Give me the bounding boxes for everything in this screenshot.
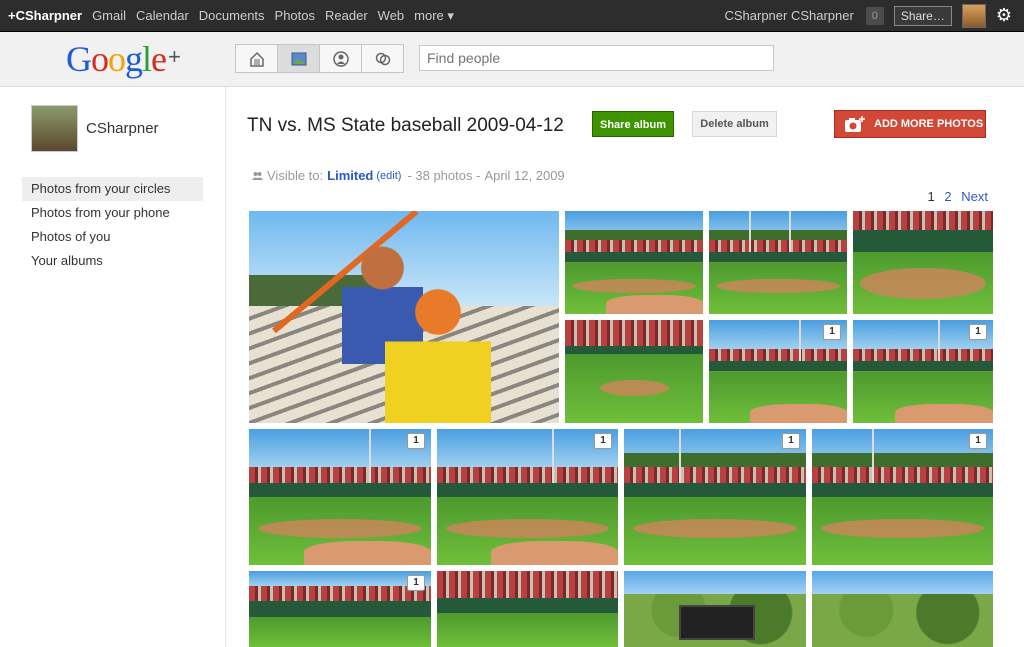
- top-bar: +CSharpner Gmail Calendar Documents Phot…: [0, 0, 1024, 32]
- add-more-photos-label: ADD MORE PHOTOS: [874, 118, 984, 130]
- sidebar-item-circles-photos[interactable]: Photos from your circles: [22, 177, 203, 201]
- next-page-link[interactable]: Next: [961, 189, 988, 204]
- profile-icon[interactable]: [319, 44, 362, 73]
- photo-thumbnail[interactable]: 1: [249, 571, 431, 647]
- stream-nav: [235, 44, 404, 73]
- photo-thumbnail[interactable]: 1: [624, 429, 806, 565]
- photo-thumbnail[interactable]: 1: [437, 429, 618, 565]
- photo-thumbnail[interactable]: 1: [249, 429, 431, 565]
- top-right: CSharpner CSharpner 0 Share… ⚙: [724, 0, 1024, 31]
- photos-icon[interactable]: [277, 44, 320, 73]
- account-name[interactable]: CSharpner CSharpner: [724, 8, 853, 23]
- share-album-button[interactable]: Share album: [592, 111, 674, 137]
- find-people-input[interactable]: [419, 45, 774, 71]
- photo-thumbnail[interactable]: 1: [709, 320, 847, 423]
- photo-thumbnail[interactable]: [709, 211, 847, 314]
- page-2-link[interactable]: 2: [944, 189, 951, 204]
- avatar[interactable]: [31, 105, 78, 152]
- visible-to-label: Visible to:: [267, 168, 324, 183]
- photo-thumbnail[interactable]: [437, 571, 618, 647]
- photo-thumbnail[interactable]: [853, 211, 993, 314]
- account-avatar[interactable]: [961, 3, 986, 28]
- comment-count-badge: 1: [969, 324, 987, 340]
- sidebar-item-photos-of-you[interactable]: Photos of you: [22, 225, 203, 249]
- sidebar: CSharpner Photos from your circles Photo…: [0, 87, 226, 647]
- camera-plus-icon: [845, 116, 865, 132]
- topnav-more[interactable]: more ▾: [414, 8, 454, 24]
- delete-album-button[interactable]: Delete album: [692, 111, 777, 137]
- people-icon: [252, 171, 263, 180]
- header: Google+: [0, 32, 1024, 87]
- home-icon[interactable]: [235, 44, 278, 73]
- sidebar-item-your-albums[interactable]: Your albums: [22, 249, 203, 273]
- photo-thumbnail[interactable]: [249, 211, 559, 423]
- photo-thumbnail[interactable]: [565, 320, 703, 423]
- pagination: 1 2 Next: [928, 189, 994, 204]
- top-nav: +CSharpner Gmail Calendar Documents Phot…: [0, 0, 454, 31]
- profile-name[interactable]: CSharpner: [86, 120, 159, 137]
- photo-count: - 38 photos -: [407, 168, 481, 183]
- gear-icon[interactable]: ⚙: [996, 5, 1012, 26]
- topnav-photos[interactable]: Photos: [275, 8, 315, 23]
- comment-count-badge: 1: [594, 433, 612, 449]
- topnav-calendar[interactable]: Calendar: [136, 8, 189, 23]
- album-meta: Visible to: Limited (edit) - 38 photos -…: [252, 168, 565, 183]
- topnav-documents[interactable]: Documents: [199, 8, 265, 23]
- photo-thumbnail[interactable]: 1: [853, 320, 993, 423]
- topnav-web[interactable]: Web: [378, 8, 405, 23]
- comment-count-badge: 1: [407, 575, 425, 591]
- album-date: April 12, 2009: [484, 168, 565, 183]
- circles-icon[interactable]: [361, 44, 404, 73]
- visibility-link[interactable]: Limited: [327, 168, 373, 183]
- share-button[interactable]: Share…: [893, 5, 952, 26]
- photo-thumbnail[interactable]: 1: [812, 429, 993, 565]
- sidebar-item-phone-photos[interactable]: Photos from your phone: [22, 201, 203, 225]
- photo-thumbnail[interactable]: [812, 571, 993, 647]
- comment-count-badge: 1: [407, 433, 425, 449]
- album-title: TN vs. MS State baseball 2009-04-12: [247, 115, 564, 136]
- photo-thumbnail[interactable]: [565, 211, 703, 314]
- add-more-photos-button[interactable]: ADD MORE PHOTOS: [834, 110, 986, 138]
- google-plus-logo[interactable]: Google+: [66, 38, 181, 80]
- topnav-gmail[interactable]: Gmail: [92, 8, 126, 23]
- comment-count-badge: 1: [823, 324, 841, 340]
- notification-count[interactable]: 0: [865, 6, 884, 25]
- topnav-reader[interactable]: Reader: [325, 8, 368, 23]
- topnav-profile-link[interactable]: +CSharpner: [8, 8, 82, 23]
- photo-thumbnail[interactable]: [624, 571, 806, 647]
- comment-count-badge: 1: [782, 433, 800, 449]
- comment-count-badge: 1: [969, 433, 987, 449]
- sidebar-links: Photos from your circles Photos from you…: [22, 177, 203, 273]
- page-current: 1: [927, 189, 935, 204]
- edit-visibility-link[interactable]: (edit): [376, 170, 401, 182]
